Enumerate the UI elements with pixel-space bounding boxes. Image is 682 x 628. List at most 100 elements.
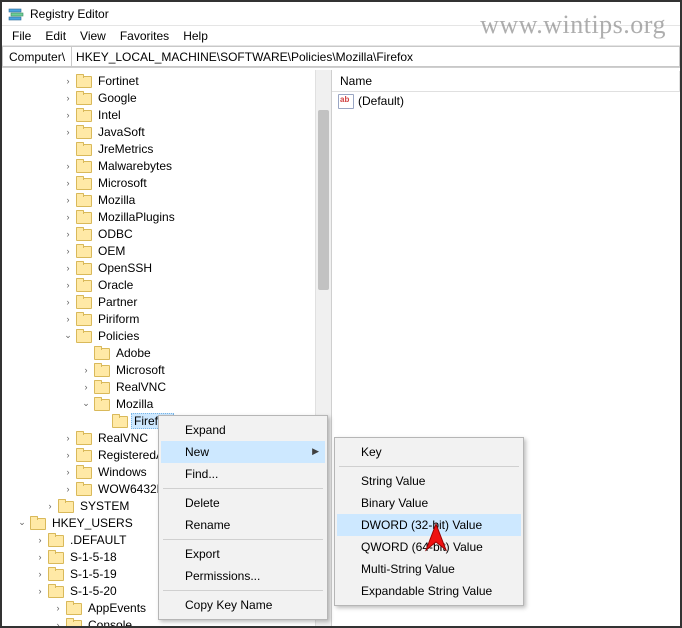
tree-node[interactable]: ›Intel	[2, 106, 315, 123]
ctx-new-key[interactable]: Key	[337, 441, 521, 463]
tree-node[interactable]: ›Mozilla	[2, 191, 315, 208]
ctx-separator	[163, 590, 323, 591]
folder-icon	[76, 465, 92, 478]
tree-node-label: Console	[85, 618, 135, 627]
chevron-right-icon[interactable]: ›	[62, 467, 74, 477]
tree-node[interactable]: ›OpenSSH	[2, 259, 315, 276]
chevron-right-icon[interactable]: ›	[62, 297, 74, 307]
chevron-right-icon[interactable]: ›	[62, 195, 74, 205]
tree-node[interactable]: ›ODBC	[2, 225, 315, 242]
chevron-right-icon[interactable]: ›	[34, 552, 46, 562]
tree-node[interactable]: › JavaSoft	[2, 123, 315, 140]
string-value-icon	[338, 93, 354, 109]
chevron-down-icon[interactable]: ⌄	[16, 517, 28, 528]
ctx-copy-key-name[interactable]: Copy Key Name	[161, 594, 325, 616]
tree-node-label: Mozilla	[113, 397, 156, 411]
folder-icon	[76, 210, 92, 223]
chevron-right-icon[interactable]: ›	[62, 127, 74, 137]
chevron-right-icon[interactable]: ›	[62, 178, 74, 188]
ctx-new-expandable[interactable]: Expandable String Value	[337, 580, 521, 602]
tree-node-label: Policies	[95, 329, 142, 343]
chevron-right-icon[interactable]: ›	[62, 314, 74, 324]
tree-node-label: RealVNC	[113, 380, 169, 394]
folder-icon	[76, 108, 92, 121]
ctx-rename[interactable]: Rename	[161, 514, 325, 536]
chevron-right-icon[interactable]: ›	[62, 76, 74, 86]
chevron-right-icon[interactable]: ›	[44, 501, 56, 511]
menu-view[interactable]: View	[74, 27, 112, 45]
menu-favorites[interactable]: Favorites	[114, 27, 175, 45]
folder-icon	[58, 499, 74, 512]
tree-node[interactable]: Adobe	[2, 344, 315, 361]
chevron-right-icon[interactable]: ›	[62, 263, 74, 273]
folder-icon	[76, 74, 92, 87]
ctx-new-string[interactable]: String Value	[337, 470, 521, 492]
ctx-permissions[interactable]: Permissions...	[161, 565, 325, 587]
menu-edit[interactable]: Edit	[39, 27, 72, 45]
tree-node-label: JreMetrics	[95, 142, 156, 156]
chevron-right-icon[interactable]: ›	[62, 280, 74, 290]
ctx-new-label: New	[185, 445, 209, 459]
folder-icon	[76, 329, 92, 342]
tree-node[interactable]: ›Fortinet	[2, 72, 315, 89]
tree-node[interactable]: ⌄ Mozilla	[2, 395, 315, 412]
chevron-right-icon[interactable]: ›	[62, 246, 74, 256]
list-row[interactable]: (Default)	[332, 92, 680, 110]
menu-file[interactable]: File	[6, 27, 37, 45]
tree-node[interactable]: ›Google	[2, 89, 315, 106]
tree-node[interactable]: › MozillaPlugins	[2, 208, 315, 225]
chevron-right-icon[interactable]: ›	[62, 212, 74, 222]
tree-node[interactable]: ›Microsoft	[2, 174, 315, 191]
ctx-new[interactable]: New ▶	[161, 441, 325, 463]
ctx-expand[interactable]: Expand	[161, 419, 325, 441]
ctx-new-binary[interactable]: Binary Value	[337, 492, 521, 514]
folder-icon	[76, 91, 92, 104]
menubar: File Edit View Favorites Help	[2, 26, 680, 46]
chevron-down-icon[interactable]: ⌄	[80, 398, 92, 409]
tree-node[interactable]: › RealVNC	[2, 378, 315, 395]
chevron-right-icon[interactable]: ›	[62, 93, 74, 103]
ctx-separator	[163, 488, 323, 489]
address-input[interactable]	[71, 46, 680, 67]
ctx-new-qword[interactable]: QWORD (64-bit) Value	[337, 536, 521, 558]
tree-node[interactable]: ›Oracle	[2, 276, 315, 293]
chevron-right-icon[interactable]: ›	[62, 110, 74, 120]
tree-node[interactable]: ›OEM	[2, 242, 315, 259]
chevron-right-icon[interactable]: ›	[34, 569, 46, 579]
tree-node[interactable]: ›Malwarebytes	[2, 157, 315, 174]
scrollbar-thumb[interactable]	[318, 110, 329, 290]
column-name[interactable]: Name	[332, 71, 680, 91]
tree-node-label: JavaSoft	[95, 125, 148, 139]
folder-icon	[94, 346, 110, 359]
tree-node[interactable]: JreMetrics	[2, 140, 315, 157]
folder-icon	[76, 261, 92, 274]
ctx-delete[interactable]: Delete	[161, 492, 325, 514]
chevron-right-icon[interactable]: ›	[62, 484, 74, 494]
chevron-right-icon[interactable]: ›	[62, 450, 74, 460]
folder-icon	[76, 431, 92, 444]
ctx-new-multistring[interactable]: Multi-String Value	[337, 558, 521, 580]
tree-node[interactable]: ⌄ Policies	[2, 327, 315, 344]
tree-node[interactable]: ›Microsoft	[2, 361, 315, 378]
chevron-right-icon[interactable]: ›	[52, 603, 64, 613]
chevron-right-icon[interactable]: ›	[52, 620, 64, 627]
folder-icon	[76, 176, 92, 189]
ctx-export[interactable]: Export	[161, 543, 325, 565]
tree-node-label: MozillaPlugins	[95, 210, 178, 224]
tree-node[interactable]: ›Partner	[2, 293, 315, 310]
chevron-down-icon[interactable]: ⌄	[62, 330, 74, 341]
chevron-right-icon[interactable]: ›	[80, 365, 92, 375]
chevron-right-icon[interactable]: ›	[34, 586, 46, 596]
chevron-right-icon[interactable]: ›	[62, 433, 74, 443]
folder-icon	[94, 397, 110, 410]
tree-node[interactable]: ›Piriform	[2, 310, 315, 327]
chevron-right-icon[interactable]: ›	[62, 161, 74, 171]
ctx-new-dword[interactable]: DWORD (32-bit) Value	[337, 514, 521, 536]
ctx-find[interactable]: Find...	[161, 463, 325, 485]
folder-icon	[66, 618, 82, 626]
chevron-right-icon[interactable]: ›	[62, 229, 74, 239]
tree-node-label: HKEY_USERS	[49, 516, 136, 530]
chevron-right-icon[interactable]: ›	[34, 535, 46, 545]
chevron-right-icon[interactable]: ›	[80, 382, 92, 392]
menu-help[interactable]: Help	[177, 27, 214, 45]
